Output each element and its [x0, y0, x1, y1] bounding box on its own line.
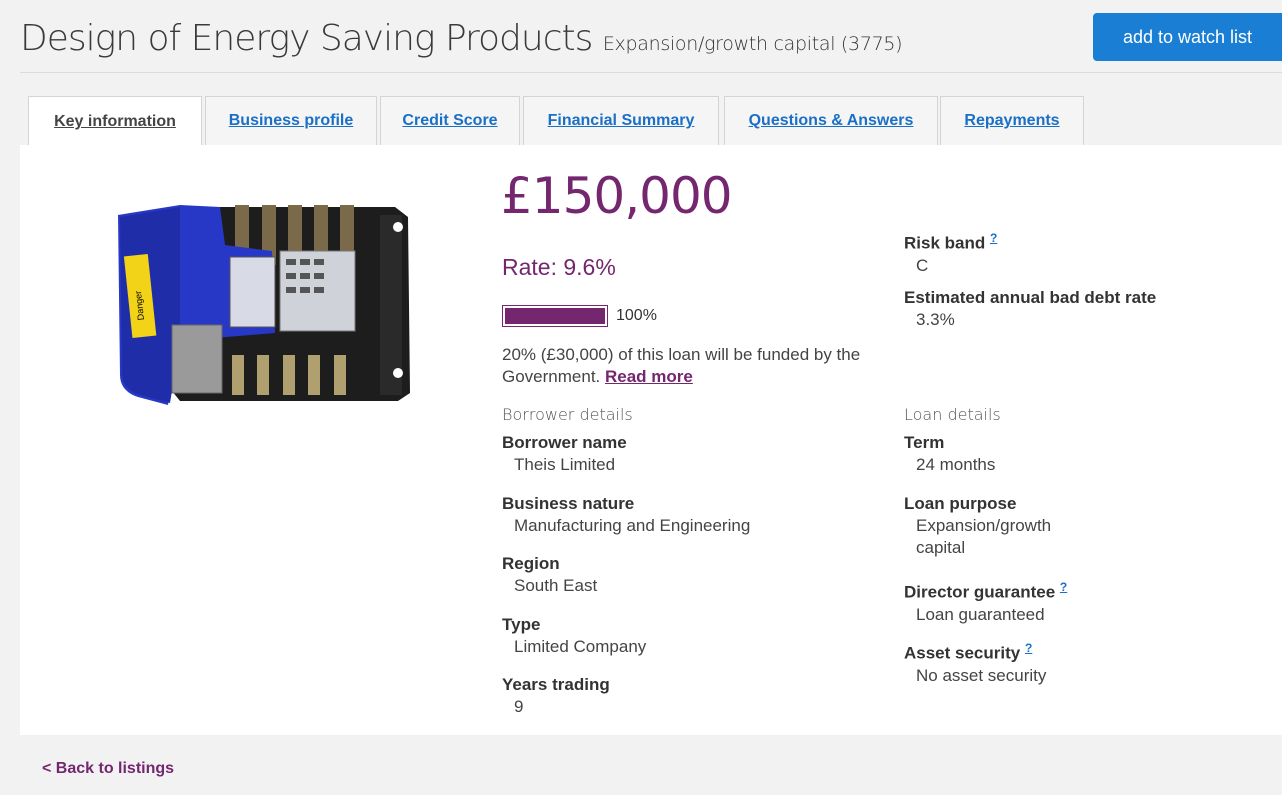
director-guarantee-field: Director guarantee ? Loan guaranteed	[904, 576, 1067, 626]
product-photo: Danger	[118, 205, 410, 405]
funding-progress-label: 100%	[616, 307, 657, 324]
risk-band-value: C	[916, 255, 929, 275]
years-trading-label: Years trading	[502, 675, 610, 694]
listing-subtitle: Expansion/growth capital (3775)	[602, 33, 903, 55]
asset-security-field: Asset security ? No asset security	[904, 637, 1046, 687]
tab-credit-score[interactable]: Credit Score	[380, 96, 520, 145]
bad-debt-label: Estimated annual bad debt rate	[904, 288, 1157, 307]
type-field: Type Limited Company	[502, 614, 646, 658]
help-icon[interactable]: ?	[990, 231, 997, 245]
business-nature-field: Business nature Manufacturing and Engine…	[502, 493, 750, 537]
page-header: Design of Energy Saving Products Expansi…	[20, 0, 1282, 73]
loan-purpose-label: Loan purpose	[904, 494, 1017, 513]
region-field: Region South East	[502, 553, 597, 597]
loan-purpose-value: Expansion/growth capital	[916, 516, 1052, 557]
bad-debt-field: Estimated annual bad debt rate 3.3%	[904, 287, 1156, 331]
tab-business-profile[interactable]: Business profile	[205, 96, 377, 145]
term-label: Term	[904, 433, 945, 452]
years-trading-value: 9	[514, 697, 524, 716]
listing-title: Design of Energy Saving Products	[20, 18, 593, 59]
key-information-panel: Danger £150,000 Rate: 9.6% 100% 20% (£30…	[20, 145, 1282, 735]
director-guarantee-label: Director guarantee	[904, 582, 1056, 602]
type-label: Type	[502, 615, 541, 634]
funding-progress-fill	[505, 308, 605, 324]
loan-purpose-field: Loan purpose Expansion/growth capital	[904, 493, 1104, 559]
region-value: South East	[514, 576, 598, 595]
funding-progress-bar	[502, 305, 608, 327]
loan-rate: Rate: 9.6%	[502, 254, 616, 280]
director-guarantee-value: Loan guaranteed	[916, 604, 1045, 624]
borrower-name-label: Borrower name	[502, 433, 627, 452]
risk-band-field: Risk band ? C	[904, 227, 997, 277]
business-nature-value: Manufacturing and Engineering	[514, 516, 751, 535]
add-to-watch-list-button[interactable]: add to watch list	[1093, 13, 1282, 61]
borrower-name-value: Theis Limited	[514, 455, 616, 474]
term-value: 24 months	[916, 455, 996, 474]
loan-amount: £150,000	[501, 167, 733, 225]
term-field: Term 24 months	[904, 432, 995, 476]
loan-details-heading: Loan details	[904, 405, 1001, 424]
tab-key-information[interactable]: Key information	[28, 96, 202, 147]
tab-financial-summary[interactable]: Financial Summary	[523, 96, 719, 145]
risk-band-label: Risk band	[904, 233, 986, 253]
years-trading-field: Years trading 9	[502, 674, 610, 718]
page-title: Design of Energy Saving Products Expansi…	[20, 18, 903, 59]
borrower-details-heading: Borrower details	[502, 405, 633, 424]
tab-questions-answers[interactable]: Questions & Answers	[724, 96, 938, 145]
help-icon[interactable]: ?	[1025, 641, 1032, 655]
asset-security-value: No asset security	[916, 665, 1047, 685]
government-funding-note: 20% (£30,000) of this loan will be funde…	[502, 344, 882, 388]
bad-debt-value: 3.3%	[916, 310, 955, 329]
borrower-name-field: Borrower name Theis Limited	[502, 432, 627, 476]
region-label: Region	[502, 554, 560, 573]
asset-security-label: Asset security	[904, 643, 1021, 663]
tab-repayments[interactable]: Repayments	[940, 96, 1084, 145]
type-value: Limited Company	[514, 637, 647, 656]
business-nature-label: Business nature	[502, 494, 635, 513]
help-icon[interactable]: ?	[1060, 580, 1067, 594]
read-more-link[interactable]: Read more	[605, 367, 693, 386]
back-to-listings-link[interactable]: < Back to listings	[42, 760, 174, 778]
